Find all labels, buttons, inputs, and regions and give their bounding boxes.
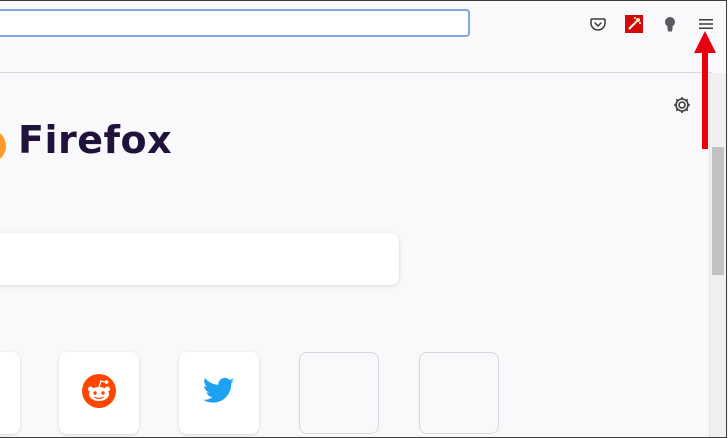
brand-wordmark: Firefox <box>18 118 173 162</box>
gear-icon[interactable] <box>671 94 693 116</box>
top-site-tile-empty[interactable] <box>419 352 499 434</box>
search-input[interactable] <box>0 233 399 285</box>
reddit-icon <box>82 374 116 412</box>
red-arrow-annotation <box>694 31 716 149</box>
navigation-toolbar <box>0 1 726 49</box>
lightbulb-extension-icon[interactable] <box>660 14 680 34</box>
extension-icon[interactable] <box>624 14 644 34</box>
top-site-tile-reddit[interactable] <box>59 352 139 434</box>
scrollbar-thumb[interactable] <box>712 147 724 275</box>
twitter-icon <box>203 377 235 409</box>
top-site-tile-empty[interactable] <box>299 352 379 434</box>
pocket-icon[interactable] <box>588 14 608 34</box>
url-bar[interactable] <box>0 9 470 37</box>
toolbar-strip <box>0 49 712 72</box>
browser-window: Firefox <box>0 0 727 438</box>
top-site-tile-twitter[interactable] <box>179 352 259 434</box>
top-site-tile[interactable] <box>0 352 20 434</box>
